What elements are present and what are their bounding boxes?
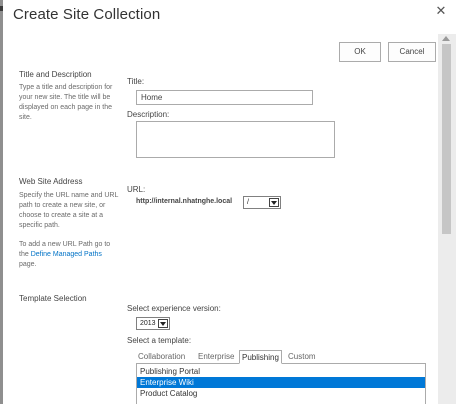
title-input[interactable]: Home bbox=[136, 90, 313, 105]
scroll-up-icon[interactable] bbox=[442, 36, 450, 41]
description-label: Description: bbox=[127, 110, 170, 119]
template-enterprise-wiki[interactable]: Enterprise Wiki bbox=[137, 377, 425, 388]
vertical-scrollbar[interactable] bbox=[438, 34, 456, 404]
experience-version-value: 2013 bbox=[140, 320, 156, 327]
address-section-description: Specify the URL name and URL path to cre… bbox=[19, 192, 119, 229]
experience-version-label: Select experience version: bbox=[127, 304, 221, 313]
tab-publishing[interactable]: Publishing bbox=[239, 350, 282, 364]
managed-paths-suffix: page. bbox=[19, 261, 37, 268]
scrollbar-thumb[interactable] bbox=[442, 44, 451, 234]
url-prefix: http://internal.nhatnghe.local bbox=[136, 198, 233, 205]
title-label: Title: bbox=[127, 77, 145, 86]
ok-button[interactable]: OK bbox=[339, 42, 381, 62]
cancel-button[interactable]: Cancel bbox=[388, 42, 436, 62]
close-icon[interactable]: ✕ bbox=[434, 4, 448, 18]
create-site-collection-dialog: Create Site Collection ✕ OK Cancel Title… bbox=[3, 0, 456, 404]
select-template-label: Select a template: bbox=[127, 336, 192, 345]
title-section-heading: Title and Description bbox=[19, 70, 92, 79]
define-managed-paths-link[interactable]: Define Managed Paths bbox=[31, 251, 102, 258]
address-section-heading: Web Site Address bbox=[19, 177, 83, 186]
tab-custom[interactable]: Custom bbox=[286, 350, 318, 364]
tab-enterprise[interactable]: Enterprise bbox=[196, 350, 236, 364]
url-path-select[interactable]: / bbox=[243, 196, 281, 209]
dialog-title: Create Site Collection bbox=[13, 6, 161, 23]
chevron-down-icon bbox=[269, 198, 279, 207]
template-product-catalog[interactable]: Product Catalog bbox=[137, 388, 425, 399]
url-label: URL: bbox=[127, 185, 146, 194]
experience-version-select[interactable]: 2013 bbox=[136, 317, 170, 330]
dialog-content: OK Cancel Title and Description Type a t… bbox=[3, 34, 456, 404]
chevron-down-icon bbox=[158, 319, 168, 328]
url-path-value: / bbox=[247, 199, 249, 206]
template-section-heading: Template Selection bbox=[19, 294, 87, 303]
description-textarea[interactable] bbox=[136, 121, 335, 158]
title-section-description: Type a title and description for your ne… bbox=[19, 84, 113, 121]
tab-collaboration[interactable]: Collaboration bbox=[136, 350, 187, 364]
managed-paths-note: To add a new URL Path go to the Define M… bbox=[19, 240, 119, 270]
template-listbox[interactable]: Publishing Portal Enterprise Wiki Produc… bbox=[136, 363, 426, 404]
template-publishing-portal[interactable]: Publishing Portal bbox=[137, 366, 425, 377]
